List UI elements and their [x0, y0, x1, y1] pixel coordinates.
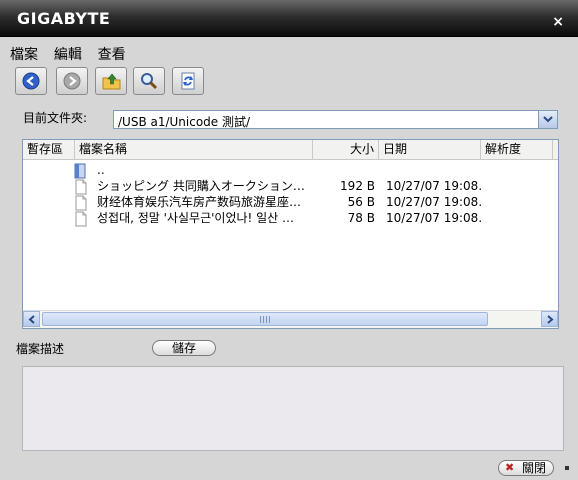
- file-name: 财经体育娱乐汽车房产数码旅游星座…: [97, 195, 302, 209]
- column-temp[interactable]: 暫存區: [23, 140, 75, 159]
- scrollbar-thumb[interactable]: [42, 312, 488, 326]
- menu-view[interactable]: 查看: [98, 44, 126, 64]
- column-extra[interactable]: E: [553, 140, 558, 159]
- file-name: ショッピング 共同購入オークション…: [97, 179, 305, 193]
- close-button-label: 關閉: [521, 461, 546, 475]
- file-icon: [75, 179, 87, 195]
- horizontal-scrollbar[interactable]: [23, 310, 558, 328]
- list-row-parent[interactable]: ..: [23, 162, 558, 179]
- column-resolution[interactable]: 解析度: [481, 140, 553, 159]
- chevron-right-icon: [547, 315, 554, 324]
- list-row[interactable]: 财经体育娱乐汽车房产数码旅游星座… 56 B 10/27/07 19:08…: [23, 194, 558, 211]
- column-name[interactable]: 檔案名稱: [75, 140, 313, 159]
- app-title: GIGABYTE: [17, 9, 111, 28]
- file-date: 10/27/07 19:08…: [386, 211, 481, 225]
- refresh-button[interactable]: [172, 67, 204, 95]
- file-name: ..: [97, 163, 105, 177]
- chevron-down-icon: [543, 116, 553, 123]
- menu-file[interactable]: 檔案: [10, 44, 38, 64]
- close-button[interactable]: ✖ 關閉: [498, 460, 554, 476]
- forward-button[interactable]: [56, 67, 88, 95]
- resize-grip[interactable]: [565, 466, 569, 470]
- file-date: 10/27/07 19:08…: [386, 195, 481, 209]
- list-row[interactable]: ショッピング 共同購入オークション… 192 B 10/27/07 19:08…: [23, 178, 558, 195]
- forward-arrow-icon: [63, 72, 81, 90]
- column-date[interactable]: 日期: [379, 140, 481, 159]
- dropdown-button[interactable]: [538, 111, 557, 128]
- search-button[interactable]: [133, 67, 165, 95]
- file-size: 56 B: [347, 195, 375, 209]
- file-list[interactable]: 暫存區 檔案名稱 大小 日期 解析度 E .. ショッピング 共同購入オークショ…: [22, 139, 559, 329]
- file-icon: [75, 195, 87, 211]
- file-size: 78 B: [347, 211, 375, 225]
- refresh-icon: [181, 72, 195, 90]
- up-folder-icon: [102, 73, 121, 90]
- close-icon: ✖: [505, 461, 515, 474]
- scroll-right-button[interactable]: [541, 311, 558, 327]
- current-folder-label: 目前文件夾:: [23, 111, 88, 125]
- folder-path-value: /USB a1/Unicode 測試/: [118, 115, 251, 129]
- scroll-left-button[interactable]: [23, 311, 40, 327]
- chevron-left-icon: [28, 315, 35, 324]
- file-description-field[interactable]: [22, 366, 564, 451]
- window-close-icon[interactable]: ×: [552, 15, 564, 29]
- menu-bar: 檔案 編輯 查看: [10, 44, 138, 64]
- list-row[interactable]: 성접대, 정말 '사실무근'이었나! 일산 … 78 B 10/27/07 19…: [23, 210, 558, 227]
- up-folder-button[interactable]: [95, 67, 127, 95]
- back-button[interactable]: [15, 67, 47, 95]
- list-header: 暫存區 檔案名稱 大小 日期 解析度 E: [23, 140, 558, 160]
- menu-edit[interactable]: 編輯: [54, 44, 82, 64]
- file-date: 10/27/07 19:08…: [386, 179, 481, 193]
- save-button[interactable]: 儲存: [152, 340, 216, 356]
- parent-folder-icon: [74, 163, 86, 179]
- folder-path-select[interactable]: /USB a1/Unicode 測試/: [113, 110, 558, 129]
- file-name: 성접대, 정말 '사실무근'이었나! 일산 …: [97, 211, 295, 225]
- column-size[interactable]: 大小: [313, 140, 379, 159]
- back-arrow-icon: [22, 72, 40, 90]
- file-description-label: 檔案描述: [16, 342, 65, 356]
- title-bar[interactable]: GIGABYTE ×: [0, 0, 578, 37]
- file-icon: [75, 211, 87, 227]
- search-icon: [141, 73, 158, 90]
- file-size: 192 B: [340, 179, 375, 193]
- grip-icon: [260, 316, 270, 323]
